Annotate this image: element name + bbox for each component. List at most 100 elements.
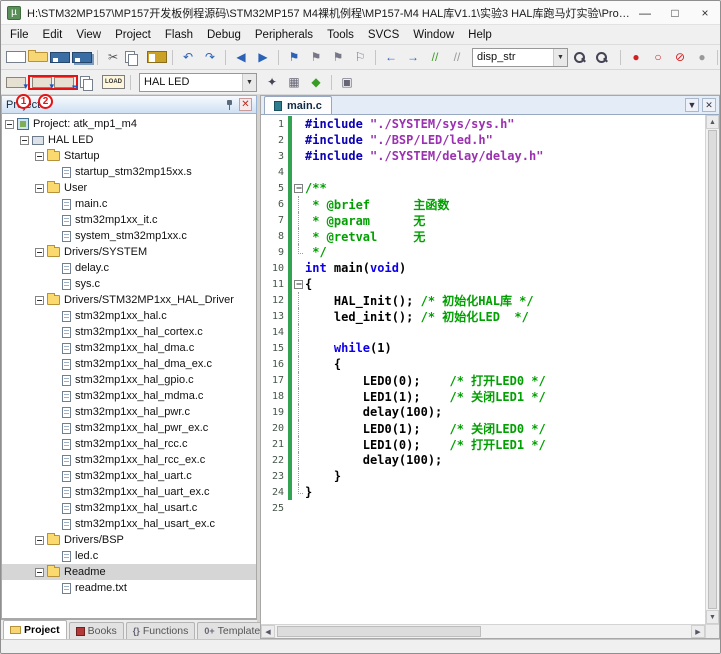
save-icon[interactable] [50,51,70,63]
save-all-icon[interactable] [72,51,92,63]
tree-item[interactable]: startup_stm32mp15xx.s [2,164,256,180]
code-line[interactable]: 11 { [261,276,705,292]
code-line[interactable]: 4 [261,164,705,180]
tree-item[interactable]: stm32mp1xx_hal_cortex.c [2,324,256,340]
tree-item[interactable]: stm32mp1xx_it.c [2,212,256,228]
menu-peripherals[interactable]: Peripherals [248,27,320,43]
editor-tab-main-c[interactable]: main.c [264,96,332,114]
bookmark-prev-icon[interactable]: ⚑ [306,47,326,67]
code-line[interactable]: 1 #include "./SYSTEM/sys/sys.h" [261,116,705,132]
menu-svcs[interactable]: SVCS [361,27,406,43]
minimize-button[interactable]: — [630,1,660,25]
code-line[interactable]: 19 delay(100); [261,404,705,420]
vertical-scrollbar[interactable]: ▲ ▼ [705,115,719,624]
scroll-right-icon[interactable]: ▶ [691,625,705,638]
vertical-scroll-thumb[interactable] [708,130,717,609]
menu-file[interactable]: File [3,27,36,43]
tree-expander[interactable] [35,151,44,161]
code-line[interactable]: 23 } [261,468,705,484]
tree-expander[interactable] [35,183,44,193]
open-file-icon[interactable] [28,50,48,62]
find-in-files-icon[interactable] [595,51,615,64]
code-line[interactable]: 21 LED1(0); /* 打开LED1 */ [261,436,705,452]
tree-item[interactable]: HAL LED [2,132,256,148]
code-line[interactable]: 14 [261,324,705,340]
build-icon[interactable] [32,76,54,92]
cut-icon[interactable]: ✂ [103,47,123,67]
panel-tab-functions[interactable]: {} Functions [125,622,196,639]
code-line[interactable]: 2 #include "./BSP/LED/led.h" [261,132,705,148]
download-icon[interactable]: LOAD [102,75,125,89]
breakpoint-kill-all-icon[interactable]: ● [692,47,712,67]
tree-item[interactable]: stm32mp1xx_hal_uart_ex.c [2,484,256,500]
panel-tab-project[interactable]: Project [3,620,67,639]
tree-item[interactable]: readme.txt [2,580,256,596]
code-line[interactable]: 15 while(1) [261,340,705,356]
menu-tools[interactable]: Tools [320,27,361,43]
paste-icon[interactable] [147,51,167,63]
panel-close-icon[interactable]: ✕ [239,98,252,111]
options-for-target-icon[interactable]: ✦ [262,72,282,92]
nav-back-icon[interactable]: ◀ [231,47,251,67]
undo-icon[interactable]: ↶ [178,47,198,67]
rebuild-all-icon[interactable] [54,76,77,91]
new-file-icon[interactable] [6,51,26,63]
tree-item[interactable]: Drivers/STM32MP1xx_HAL_Driver [2,292,256,308]
nav-forward-icon[interactable]: ▶ [253,47,273,67]
menu-view[interactable]: View [69,27,108,43]
bookmark-clear-icon[interactable]: ⚐ [350,47,370,67]
tree-item[interactable]: Project: atk_mp1_m4 [2,116,256,132]
manage-rte-icon[interactable]: ◆ [306,72,326,92]
maximize-button[interactable]: □ [660,1,690,25]
code-line[interactable]: 10 int main(void) [261,260,705,276]
search-combo[interactable]: disp_str ▼ [472,47,568,67]
panel-tab-books[interactable]: Books [68,622,124,639]
tree-item[interactable]: stm32mp1xx_hal_usart_ex.c [2,516,256,532]
code-line[interactable]: 18 LED1(1); /* 关闭LED1 */ [261,388,705,404]
close-tab-icon[interactable]: ✕ [702,98,716,112]
tree-item[interactable]: Drivers/SYSTEM [2,244,256,260]
tree-item[interactable]: system_stm32mp1xx.c [2,228,256,244]
breakpoint-disable-all-icon[interactable]: ⊘ [670,47,690,67]
tab-list-icon[interactable]: ▼ [685,98,699,112]
batch-build-icon[interactable] [80,75,100,91]
target-select-value[interactable]: HAL LED [140,76,242,88]
chevron-down-icon[interactable]: ▼ [242,73,256,91]
horizontal-scroll-thumb[interactable] [277,626,482,637]
horizontal-scrollbar[interactable]: ◀ ▶ [261,625,705,638]
tree-item[interactable]: stm32mp1xx_hal_rcc.c [2,436,256,452]
code-area[interactable]: 1 #include "./SYSTEM/sys/sys.h" 2 #include … [261,115,705,624]
tree-item[interactable]: stm32mp1xx_hal_rcc_ex.c [2,452,256,468]
comment-icon[interactable]: // [425,47,445,67]
chevron-down-icon[interactable]: ▼ [553,48,567,66]
tree-item[interactable]: stm32mp1xx_hal_mdma.c [2,388,256,404]
code-line[interactable]: 5 /** [261,180,705,196]
scroll-up-icon[interactable]: ▲ [706,115,719,129]
tree-item[interactable]: stm32mp1xx_hal_pwr_ex.c [2,420,256,436]
tree-item[interactable]: main.c [2,196,256,212]
tree-item[interactable]: delay.c [2,260,256,276]
code-line[interactable]: 6 * @brief 主函数 [261,196,705,212]
code-line[interactable]: 8 * @retval 无 [261,228,705,244]
tree-expander[interactable] [35,247,44,257]
tree-item[interactable]: stm32mp1xx_hal.c [2,308,256,324]
scroll-left-icon[interactable]: ◀ [261,625,275,638]
menu-debug[interactable]: Debug [200,27,248,43]
uncomment-icon[interactable]: // [447,47,467,67]
scroll-down-icon[interactable]: ▼ [706,610,719,624]
code-line[interactable]: 17 LED0(0); /* 打开LED0 */ [261,372,705,388]
tree-item[interactable]: Startup [2,148,256,164]
code-line[interactable]: 3 #include "./SYSTEM/delay/delay.h" [261,148,705,164]
find-icon[interactable] [573,51,593,64]
code-line[interactable]: 16 { [261,356,705,372]
tree-expander[interactable] [35,567,44,577]
breakpoint-toggle-icon[interactable]: ● [626,47,646,67]
fold-toggle-icon[interactable] [292,276,305,292]
code-line[interactable]: 9 */ [261,244,705,260]
tree-item[interactable]: stm32mp1xx_hal_usart.c [2,500,256,516]
search-combo-value[interactable]: disp_str [473,51,553,63]
tree-item[interactable]: Drivers/BSP [2,532,256,548]
file-extensions-icon[interactable]: ▦ [284,72,304,92]
window-layout-icon[interactable]: ▣ [337,72,357,92]
tree-item[interactable]: stm32mp1xx_hal_gpio.c [2,372,256,388]
